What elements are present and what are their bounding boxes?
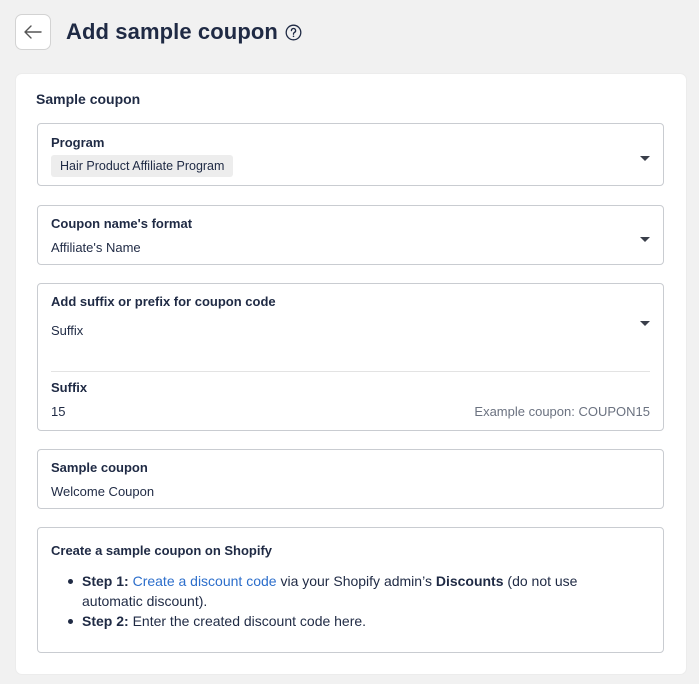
info-title: Create a sample coupon on Shopify — [51, 543, 273, 558]
steps-list: Step 1: Create a discount code via your … — [68, 571, 608, 631]
sample-coupon-label: Sample coupon — [51, 460, 148, 475]
chevron-down-icon — [640, 156, 650, 161]
step1-text-a: via your Shopify admin’s — [280, 573, 432, 589]
page-title: Add sample coupon — [66, 19, 278, 44]
suffix-label: Suffix — [51, 380, 88, 395]
suffix-input[interactable]: Suffix 15 Example coupon: COUPON15 — [38, 372, 663, 430]
create-discount-code-link[interactable]: Create a discount code — [133, 573, 277, 589]
page-header: Add sample coupon — [15, 14, 302, 50]
chevron-down-icon — [640, 321, 650, 326]
sample-coupon-input[interactable]: Sample coupon Welcome Coupon — [37, 449, 664, 509]
card-title: Sample coupon — [36, 91, 141, 107]
sample-coupon-value: Welcome Coupon — [51, 484, 155, 499]
step2-text: Enter the created discount code here. — [132, 613, 367, 629]
arrow-left-icon — [24, 25, 42, 39]
sample-coupon-card: Sample coupon Program Hair Product Affil… — [16, 74, 686, 674]
suffix-value: 15 — [51, 404, 66, 419]
question-circle-icon — [285, 24, 302, 40]
suffix-prefix-select[interactable]: Add suffix or prefix for coupon code Suf… — [38, 284, 663, 370]
shopify-info-box: Create a sample coupon on Shopify Step 1… — [37, 527, 664, 653]
list-item: Step 2: Enter the created discount code … — [68, 611, 608, 631]
suffix-prefix-group: Add suffix or prefix for coupon code Suf… — [37, 283, 664, 431]
example-coupon: Example coupon: COUPON15 — [474, 404, 650, 419]
coupon-name-format-label: Coupon name's format — [51, 216, 193, 231]
discounts-text: Discounts — [435, 573, 504, 589]
program-select[interactable]: Program Hair Product Affiliate Program — [37, 123, 664, 186]
step2-label: Step 2: — [82, 613, 129, 629]
chevron-down-icon — [640, 237, 650, 242]
program-chip: Hair Product Affiliate Program — [51, 155, 234, 177]
coupon-name-format-value: Affiliate's Name — [51, 240, 141, 255]
suffix-prefix-value: Suffix — [51, 323, 84, 338]
help-icon[interactable] — [285, 24, 302, 41]
list-item: Step 1: Create a discount code via your … — [68, 571, 608, 611]
program-label: Program — [51, 135, 105, 150]
step1-label: Step 1: — [82, 573, 129, 589]
suffix-prefix-label: Add suffix or prefix for coupon code — [51, 294, 276, 309]
coupon-name-format-select[interactable]: Coupon name's format Affiliate's Name — [37, 205, 664, 265]
back-button[interactable] — [15, 14, 51, 50]
